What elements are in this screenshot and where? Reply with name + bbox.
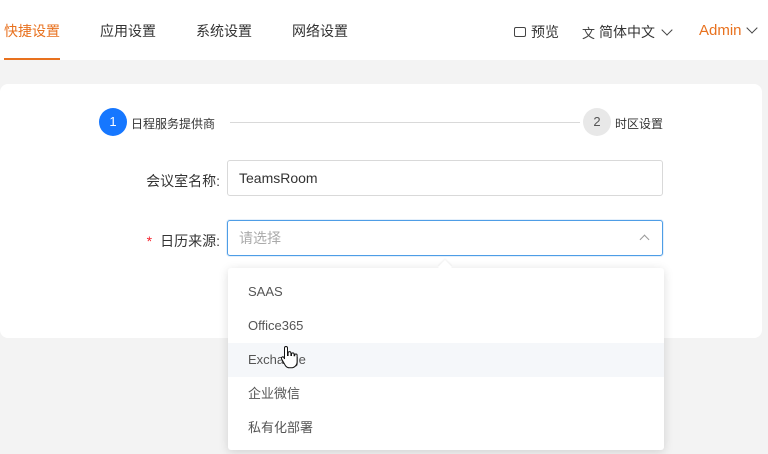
hand-cursor-icon [280, 345, 298, 369]
chevron-down-icon [661, 23, 673, 36]
tab-quick-settings[interactable]: 快捷设置 [4, 0, 60, 60]
option-wecom[interactable]: 企业微信 [228, 377, 664, 411]
top-navigation-bar: 快捷设置 应用设置 系统设置 网络设置 预览 文 简体中文 Admin [0, 0, 768, 60]
option-office365[interactable]: Office365 [228, 309, 664, 343]
chevron-up-icon [639, 234, 650, 245]
steps-connector [230, 122, 580, 123]
step-1-indicator: 1 [99, 108, 127, 136]
language-label: 简体中文 [599, 24, 656, 40]
option-saas[interactable]: SAAS [228, 275, 664, 309]
step-1-label: 日程服务提供商 [131, 117, 216, 131]
calendar-source-select[interactable]: 请选择 [227, 220, 663, 256]
room-name-label: 会议室名称: [146, 173, 220, 189]
tab-system-settings[interactable]: 系统设置 [196, 0, 252, 60]
option-private-deployment[interactable]: 私有化部署 [228, 411, 664, 445]
language-selector[interactable]: 文 简体中文 [582, 22, 673, 42]
tab-network-settings[interactable]: 网络设置 [292, 0, 348, 60]
step-2-indicator: 2 [583, 108, 611, 136]
user-menu[interactable]: Admin [699, 22, 758, 39]
room-name-input[interactable]: TeamsRoom [227, 160, 663, 196]
chevron-down-icon [745, 22, 758, 34]
translate-icon: 文 [582, 25, 596, 41]
calendar-source-label-wrap: * 日历来源: [80, 231, 220, 251]
calendar-source-label: 日历来源: [160, 233, 220, 249]
user-name: Admin [699, 22, 742, 39]
required-marker: * [146, 233, 153, 249]
step-2-label: 时区设置 [615, 117, 664, 131]
preview-label: 预览 [531, 24, 559, 40]
monitor-icon [514, 27, 526, 37]
select-placeholder: 请选择 [239, 230, 281, 246]
preview-button[interactable]: 预览 [514, 22, 559, 42]
tab-app-settings[interactable]: 应用设置 [100, 0, 156, 60]
